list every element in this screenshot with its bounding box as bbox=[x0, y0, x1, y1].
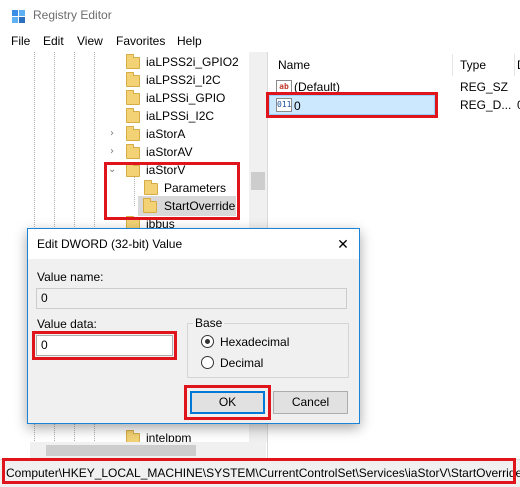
decimal-radio[interactable] bbox=[201, 356, 214, 369]
base-label: Base bbox=[193, 316, 225, 330]
highlight-box-ok-button bbox=[184, 385, 271, 420]
registry-editor-window: Registry Editor File Edit View Favorites… bbox=[0, 0, 520, 487]
tree-vertical-scroll-thumb[interactable] bbox=[251, 172, 265, 190]
folder-icon bbox=[126, 90, 140, 105]
folder-icon bbox=[126, 108, 140, 123]
tree-item-label: iaStorA bbox=[146, 127, 186, 141]
menu-view[interactable]: View bbox=[77, 34, 103, 48]
base-groupbox bbox=[187, 323, 349, 378]
close-icon[interactable]: ✕ bbox=[334, 235, 352, 253]
menu-favorites[interactable]: Favorites bbox=[116, 34, 165, 48]
hexadecimal-label[interactable]: Hexadecimal bbox=[220, 335, 289, 349]
value-data-label: Value data: bbox=[37, 317, 97, 331]
tree-horizontal-scroll-thumb[interactable] bbox=[46, 445, 196, 456]
value-type: REG_SZ bbox=[460, 80, 509, 94]
folder-icon bbox=[126, 144, 140, 159]
menu-bar: File Edit View Favorites Help bbox=[0, 31, 520, 51]
window-title: Registry Editor bbox=[33, 8, 112, 22]
registry-editor-icon bbox=[12, 10, 25, 23]
tree-item-label: iaStorAV bbox=[146, 145, 193, 159]
value-name-field: 0 bbox=[36, 288, 347, 309]
menu-help[interactable]: Help bbox=[177, 34, 202, 48]
title-bar[interactable]: Registry Editor bbox=[0, 0, 520, 30]
cancel-button[interactable]: Cancel bbox=[273, 391, 348, 414]
value-name-label: Value name: bbox=[37, 270, 104, 284]
folder-icon bbox=[126, 54, 140, 69]
menu-edit[interactable]: Edit bbox=[43, 34, 64, 48]
dialog-title-bar[interactable]: Edit DWORD (32-bit) Value ✕ bbox=[28, 229, 359, 259]
menu-file[interactable]: File bbox=[11, 34, 30, 48]
tree-item-label: iaLPSS2i_GPIO2 bbox=[146, 55, 239, 69]
highlight-box-status-path bbox=[2, 458, 516, 484]
column-separator[interactable] bbox=[514, 54, 515, 76]
tree-item-label: iaLPSS2i_I2C bbox=[146, 73, 221, 87]
highlight-box-value-row bbox=[266, 92, 438, 118]
column-header-type[interactable]: Type bbox=[460, 58, 486, 72]
edit-dword-dialog: Edit DWORD (32-bit) Value ✕ Value name: … bbox=[27, 228, 360, 424]
tree-item-label: iaLPSSi_I2C bbox=[146, 109, 215, 123]
folder-icon bbox=[126, 72, 140, 87]
decimal-label[interactable]: Decimal bbox=[220, 356, 263, 370]
chevron-right-icon[interactable]: › bbox=[110, 142, 114, 162]
value-type: REG_D... bbox=[460, 98, 512, 112]
tree-item-label: iaLPSSi_GPIO bbox=[146, 91, 226, 105]
column-separator[interactable] bbox=[452, 54, 453, 76]
chevron-right-icon[interactable]: › bbox=[110, 124, 114, 144]
highlight-box-value-data bbox=[32, 331, 177, 360]
column-header-name[interactable]: Name bbox=[278, 58, 310, 72]
folder-icon bbox=[126, 126, 140, 141]
hexadecimal-radio[interactable] bbox=[201, 335, 214, 348]
highlight-box-tree-key bbox=[104, 162, 240, 220]
dialog-title: Edit DWORD (32-bit) Value bbox=[37, 237, 183, 251]
